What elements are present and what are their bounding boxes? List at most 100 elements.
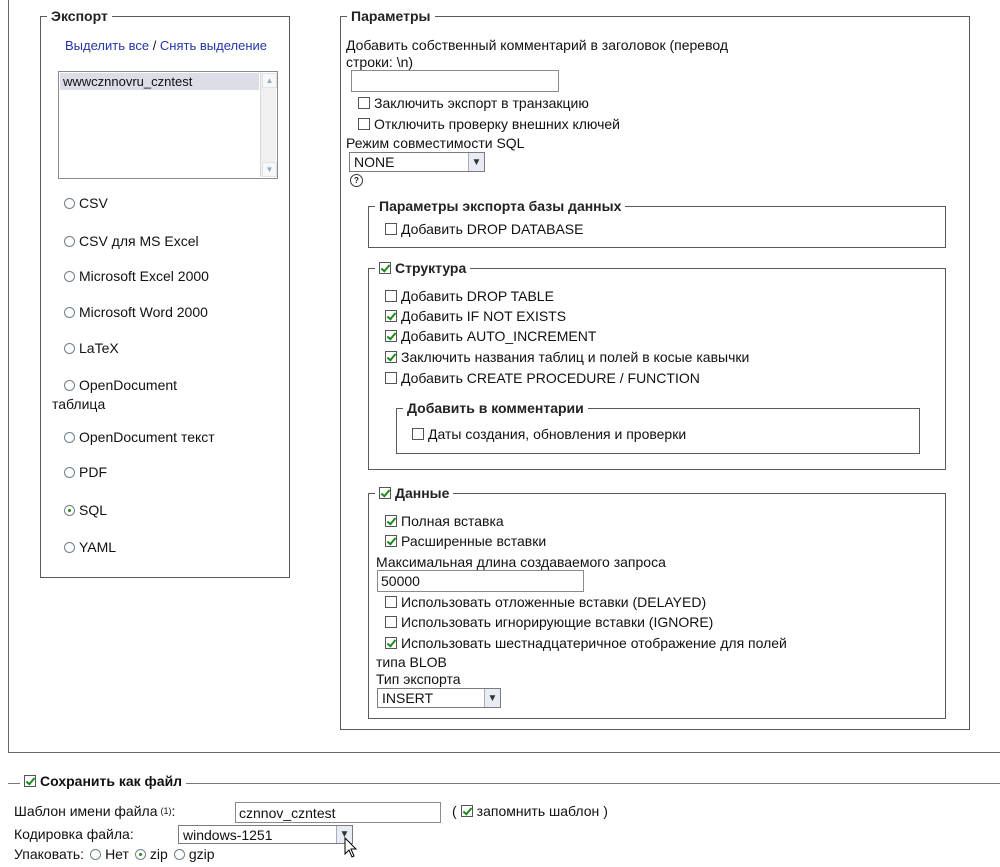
format-label: SQL bbox=[79, 502, 108, 518]
checkbox-icon[interactable] bbox=[385, 372, 397, 384]
max-query-input[interactable]: 50000 bbox=[377, 570, 584, 592]
backquotes-option[interactable]: Заключить названия таблиц и полей в косы… bbox=[385, 349, 749, 365]
format-radio-opendocument-spreadsheet[interactable]: OpenDocument bbox=[64, 377, 177, 393]
checkbox-icon[interactable] bbox=[385, 223, 397, 235]
pack-zip-radio[interactable]: zip bbox=[134, 846, 168, 862]
db-params-legend: Параметры экспорта базы данных bbox=[379, 198, 622, 214]
ignore-option[interactable]: Использовать игнорирующие вставки (IGNOR… bbox=[385, 614, 713, 630]
filename-template-input[interactable]: cznnov_czntest bbox=[235, 802, 441, 823]
if-not-exists-option[interactable]: Добавить IF NOT EXISTS bbox=[385, 308, 566, 324]
radio-icon[interactable] bbox=[64, 466, 75, 478]
radio-icon[interactable] bbox=[173, 848, 185, 860]
checkbox-icon[interactable] bbox=[358, 97, 370, 109]
compat-value: NONE bbox=[354, 154, 395, 170]
export-type-select[interactable]: INSERT ▼ bbox=[377, 688, 501, 708]
extended-insert-option[interactable]: Расширенные вставки bbox=[385, 533, 546, 549]
template-colon: : bbox=[171, 803, 176, 819]
scroll-down-arrow-icon[interactable]: ▼ bbox=[262, 162, 277, 177]
data-legend[interactable]: Данные bbox=[375, 485, 453, 501]
radio-icon[interactable] bbox=[64, 235, 75, 247]
remember-template[interactable]: ( запомнить шаблон ) bbox=[452, 803, 608, 819]
option-label: Добавить DROP TABLE bbox=[401, 288, 554, 304]
checkbox-icon[interactable] bbox=[385, 596, 397, 608]
format-label: OpenDocument bbox=[79, 377, 178, 393]
save-legend[interactable]: Сохранить как файл bbox=[20, 773, 187, 789]
pack-none-radio[interactable]: Нет bbox=[90, 846, 129, 862]
radio-icon[interactable] bbox=[64, 504, 75, 516]
checkbox-icon[interactable] bbox=[460, 805, 473, 817]
option-label: Заключить экспорт в транзакцию bbox=[374, 95, 589, 111]
export-type-label: Тип экспорта bbox=[376, 671, 461, 687]
radio-icon[interactable] bbox=[134, 848, 146, 860]
chevron-down-icon[interactable]: ▼ bbox=[484, 689, 500, 707]
radio-icon[interactable] bbox=[90, 848, 102, 860]
checkbox-icon[interactable] bbox=[385, 290, 397, 302]
encoding-select[interactable]: windows-1251 ▼ bbox=[178, 825, 353, 844]
checkbox-icon[interactable] bbox=[358, 118, 370, 130]
deselect-link[interactable]: Снять выделение bbox=[160, 38, 267, 53]
radio-icon[interactable] bbox=[64, 270, 75, 282]
dates-option[interactable]: Даты создания, обновления и проверки bbox=[412, 426, 686, 442]
pack-gzip-radio[interactable]: gzip bbox=[173, 846, 215, 862]
format-label: Microsoft Excel 2000 bbox=[79, 268, 209, 284]
radio-icon[interactable] bbox=[64, 379, 75, 391]
format-radio-opendocument-text[interactable]: OpenDocument текст bbox=[64, 429, 215, 445]
drop-table-option[interactable]: Добавить DROP TABLE bbox=[385, 288, 554, 304]
complete-insert-option[interactable]: Полная вставка bbox=[385, 513, 504, 529]
option-label: Отключить проверку внешних ключей bbox=[374, 116, 621, 132]
encoding-value: windows-1251 bbox=[183, 826, 273, 843]
format-radio-latex[interactable]: LaTeX bbox=[64, 340, 119, 356]
drop-database-option[interactable]: Добавить DROP DATABASE bbox=[385, 221, 583, 237]
radio-icon[interactable] bbox=[64, 197, 75, 209]
format-radio-yaml[interactable]: YAML bbox=[64, 539, 116, 555]
format-radio-pdf[interactable]: PDF bbox=[64, 464, 107, 480]
chevron-down-icon[interactable]: ▼ bbox=[468, 153, 484, 171]
checkbox-icon[interactable] bbox=[24, 775, 36, 787]
create-procedure-option[interactable]: Добавить CREATE PROCEDURE / FUNCTION bbox=[385, 370, 700, 386]
format-radio-word-2000[interactable]: Microsoft Word 2000 bbox=[64, 304, 208, 320]
checkbox-icon[interactable] bbox=[385, 637, 397, 649]
format-radio-sql[interactable]: SQL bbox=[64, 502, 107, 518]
format-radio-csv[interactable]: CSV bbox=[64, 195, 108, 211]
checkbox-icon[interactable] bbox=[385, 351, 397, 363]
select-links: Выделить все / Снять выделение bbox=[64, 38, 268, 54]
structure-legend[interactable]: Структура bbox=[375, 260, 470, 276]
format-radio-excel-2000[interactable]: Microsoft Excel 2000 bbox=[64, 268, 209, 284]
checkbox-icon[interactable] bbox=[379, 487, 391, 499]
format-radio-csv-excel[interactable]: CSV для MS Excel bbox=[64, 233, 199, 249]
comment-label-line1: Добавить собственный комментарий в загол… bbox=[346, 37, 729, 53]
footnote-marker[interactable]: (1) bbox=[161, 806, 172, 816]
radio-icon[interactable] bbox=[64, 431, 75, 443]
checkbox-icon[interactable] bbox=[412, 428, 424, 440]
radio-icon[interactable] bbox=[64, 342, 75, 354]
comment-input[interactable] bbox=[351, 70, 559, 92]
radio-icon[interactable] bbox=[64, 541, 75, 553]
compat-label: Режим совместимости SQL bbox=[346, 135, 525, 151]
bottom-frame-line bbox=[8, 752, 1000, 753]
scroll-up-arrow-icon[interactable]: ▲ bbox=[262, 73, 277, 88]
auto-increment-option[interactable]: Добавить AUTO_INCREMENT bbox=[385, 328, 596, 344]
checkbox-icon[interactable] bbox=[385, 330, 397, 342]
compat-select[interactable]: NONE ▼ bbox=[349, 152, 485, 172]
help-icon[interactable]: ? bbox=[350, 174, 363, 187]
checkbox-icon[interactable] bbox=[385, 515, 397, 527]
select-all-link[interactable]: Выделить все bbox=[65, 38, 149, 53]
format-label-line2: таблица bbox=[52, 396, 106, 412]
mouse-cursor-icon bbox=[344, 837, 358, 858]
database-listbox[interactable]: wwwcznnovru_czntest ▲ ▼ bbox=[58, 71, 278, 179]
paren-close: ) bbox=[603, 803, 608, 819]
checkbox-icon[interactable] bbox=[385, 616, 397, 628]
listbox-scrollbar[interactable]: ▲ ▼ bbox=[260, 73, 277, 177]
delayed-option[interactable]: Использовать отложенные вставки (DELAYED… bbox=[385, 594, 706, 610]
format-label: CSV bbox=[79, 195, 108, 211]
checkbox-icon[interactable] bbox=[385, 535, 397, 547]
foreign-keys-option[interactable]: Отключить проверку внешних ключей bbox=[358, 116, 620, 132]
option-label: Добавить AUTO_INCREMENT bbox=[401, 328, 597, 344]
radio-icon[interactable] bbox=[64, 306, 75, 318]
checkbox-icon[interactable] bbox=[379, 262, 391, 274]
hex-blob-option[interactable]: Использовать шестнадцатеричное отображен… bbox=[385, 635, 787, 651]
export-type-value: INSERT bbox=[382, 690, 434, 706]
checkbox-icon[interactable] bbox=[385, 310, 397, 322]
transaction-option[interactable]: Заключить экспорт в транзакцию bbox=[358, 95, 589, 111]
database-option[interactable]: wwwcznnovru_czntest bbox=[60, 73, 259, 90]
